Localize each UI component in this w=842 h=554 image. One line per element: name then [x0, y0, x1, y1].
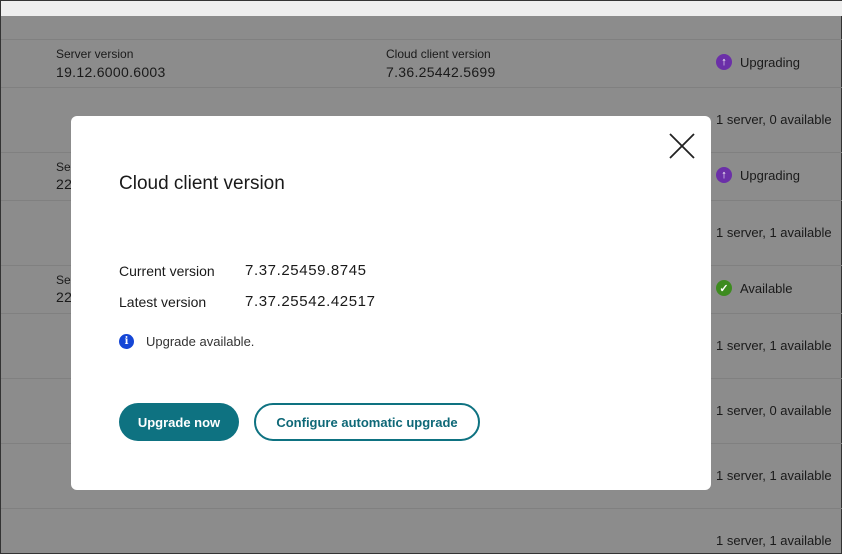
server-count: 1 server, 1 available: [716, 468, 832, 483]
row-divider: [1, 87, 842, 88]
server-count: 1 server, 1 available: [716, 533, 832, 548]
configure-automatic-upgrade-button[interactable]: Configure automatic upgrade: [254, 403, 480, 441]
cloud-client-version-value: 7.36.25442.5699: [386, 64, 496, 80]
current-version-label: Current version: [119, 263, 215, 279]
server-version-label: Server version: [56, 47, 134, 61]
status-badge: ✓ Available: [716, 280, 793, 296]
server-version-value: 19.12.6000.6003: [56, 64, 166, 80]
server-count: 1 server, 0 available: [716, 112, 832, 127]
top-bar: [1, 1, 842, 16]
dialog-title: Cloud client version: [119, 173, 285, 194]
cloud-client-version-dialog: Cloud client version Current version 7.3…: [71, 116, 711, 490]
close-button[interactable]: [669, 133, 695, 159]
status-text: Upgrading: [740, 167, 800, 183]
server-count: 1 server, 1 available: [716, 225, 832, 240]
arrow-up-icon: ↑: [716, 54, 732, 70]
arrow-up-icon: ↑: [716, 167, 732, 183]
server-version-label: Se: [56, 273, 71, 287]
server-version-value: 22: [56, 176, 73, 192]
status-text: Upgrading: [740, 54, 800, 70]
cloud-client-version-label: Cloud client version: [386, 47, 491, 61]
status-badge: ↑ Upgrading: [716, 167, 800, 183]
info-icon: i: [119, 334, 134, 349]
status-badge: ↑ Upgrading: [716, 54, 800, 70]
latest-version-value: 7.37.25542.42517: [245, 293, 376, 310]
server-version-value: 22: [56, 289, 73, 305]
server-count: 1 server, 0 available: [716, 403, 832, 418]
server-count: 1 server, 1 available: [716, 338, 832, 353]
info-message: i Upgrade available.: [119, 334, 254, 349]
check-icon: ✓: [716, 280, 732, 296]
row-divider: [1, 508, 842, 509]
status-text: Available: [740, 280, 793, 296]
close-icon: [669, 133, 695, 159]
current-version-value: 7.37.25459.8745: [245, 262, 367, 279]
row-divider: [1, 39, 842, 40]
info-text: Upgrade available.: [146, 334, 255, 349]
latest-version-label: Latest version: [119, 294, 207, 310]
upgrade-now-button[interactable]: Upgrade now: [119, 403, 239, 441]
server-version-label: Se: [56, 160, 71, 174]
